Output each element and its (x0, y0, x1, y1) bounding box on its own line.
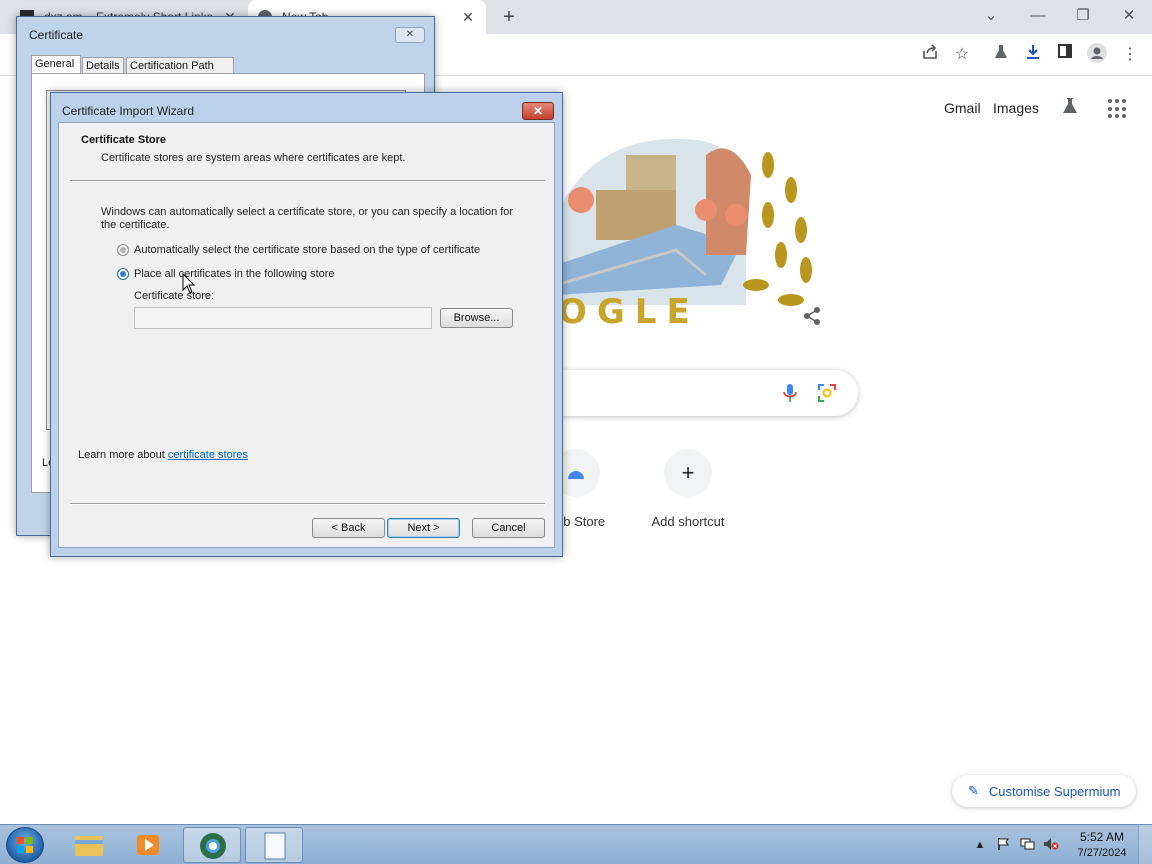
action-center-flag-icon[interactable] (996, 837, 1012, 853)
next-button[interactable]: Next > (387, 518, 460, 538)
close-button[interactable]: ✕ (395, 27, 425, 43)
labs-flask-icon[interactable] (1057, 96, 1083, 122)
new-tab-button[interactable]: + (498, 6, 520, 28)
page-subtitle: Certificate stores are system areas wher… (101, 152, 406, 164)
browse-button[interactable]: Browse... (440, 308, 513, 328)
certificate-store-field[interactable] (134, 307, 432, 329)
certificate-store-label: Certificate store: (134, 290, 215, 302)
show-hidden-icons-icon[interactable]: ▲ (972, 837, 988, 853)
google-doodle[interactable]: OGLE (555, 135, 826, 335)
side-panel-icon[interactable] (1053, 43, 1077, 67)
tab-search-chevron-icon[interactable]: ⌄ (979, 4, 1003, 28)
network-icon[interactable] (1019, 837, 1035, 853)
shortcut-label: eb Store (556, 514, 606, 529)
cancel-button[interactable]: Cancel (472, 518, 545, 538)
option-label: Place all certificates in the following … (134, 268, 335, 280)
header-divider (70, 180, 545, 182)
shortcut-label: Add shortcut (651, 514, 725, 529)
share-icon[interactable] (918, 43, 942, 67)
show-desktop-button[interactable] (1138, 825, 1152, 864)
place-in-store-radio[interactable] (117, 268, 129, 280)
close-button[interactable]: ✕ (522, 102, 554, 120)
place-in-store-option[interactable]: Place all certificates in the following … (117, 266, 335, 282)
search-input[interactable] (540, 370, 858, 416)
learn-more-prefix: Learn more about (78, 449, 168, 461)
clock-date[interactable]: 7/27/2024 (1070, 847, 1134, 859)
restore-button[interactable]: ❐ (1071, 4, 1095, 28)
footer-divider (70, 503, 545, 505)
google-apps-icon[interactable] (1108, 99, 1128, 119)
doodle-text: OGLE (558, 292, 700, 332)
voice-search-icon[interactable] (780, 382, 800, 404)
labs-icon[interactable] (989, 43, 1013, 67)
tab-certification-path[interactable]: Certification Path (126, 57, 234, 74)
tab-details[interactable]: Details (82, 57, 124, 74)
media-player-icon[interactable] (120, 827, 178, 863)
certificate-import-wizard: Certificate Import Wizard ✕ Certificate … (50, 92, 563, 557)
notepad-icon[interactable] (245, 827, 303, 863)
star-icon[interactable]: ☆ (950, 43, 974, 67)
auto-select-option[interactable]: Automatically select the certificate sto… (117, 242, 480, 258)
taskbar: ▲ 5:52 AM 7/27/2024 (0, 824, 1152, 864)
back-button[interactable]: < Back (312, 518, 385, 538)
close-tab-icon[interactable]: ✕ (460, 9, 476, 25)
window-title: Certificate (29, 28, 84, 42)
minimize-button[interactable]: — (1026, 4, 1050, 28)
gmail-link[interactable]: Gmail (944, 100, 981, 116)
tab-general[interactable]: General (31, 55, 81, 74)
window-title: Certificate Import Wizard (62, 104, 195, 118)
lens-search-icon[interactable] (816, 382, 838, 404)
page-title: Certificate Store (81, 134, 166, 146)
add-shortcut-button[interactable]: + (664, 449, 712, 497)
download-icon[interactable] (1021, 43, 1045, 67)
clock-time[interactable]: 5:52 AM (1074, 830, 1130, 844)
explorer-icon[interactable] (60, 827, 118, 863)
browser-icon[interactable] (183, 827, 241, 863)
customise-label: Customise Supermium (988, 783, 1121, 799)
learn-more-text: Learn more about certificate stores (78, 449, 248, 461)
volume-muted-icon[interactable] (1043, 837, 1059, 853)
start-button[interactable] (6, 827, 44, 863)
intro-text: Windows can automatically select a certi… (101, 206, 514, 231)
pencil-icon: ✎ (968, 783, 979, 798)
menu-icon[interactable]: ⋮ (1118, 43, 1142, 67)
close-window-button[interactable]: ✕ (1117, 4, 1141, 28)
customise-button[interactable]: ✎ Customise Supermium (952, 775, 1136, 807)
profile-icon[interactable] (1085, 43, 1109, 67)
option-label: Automatically select the certificate sto… (134, 244, 481, 256)
auto-select-radio[interactable] (117, 244, 129, 256)
share-doodle-icon[interactable] (798, 306, 826, 334)
images-link[interactable]: Images (993, 100, 1039, 116)
certificate-stores-link[interactable]: certificate stores (168, 449, 248, 461)
mouse-cursor-icon (182, 272, 196, 295)
wizard-body: Certificate Store Certificate stores are… (58, 122, 555, 548)
